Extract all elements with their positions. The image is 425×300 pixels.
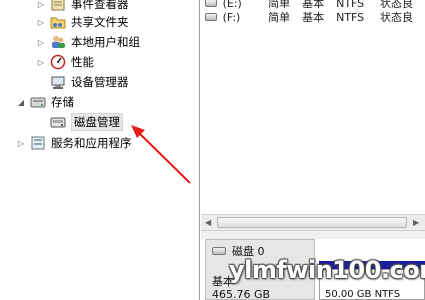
event-viewer-icon: [50, 0, 66, 12]
expand-icon[interactable]: ▷: [36, 0, 46, 9]
expand-icon[interactable]: ▷: [16, 138, 26, 148]
storage-icon: [30, 94, 46, 110]
expand-icon: [36, 77, 46, 87]
tree-item-label: 本地用户和组: [71, 35, 140, 49]
volume-row[interactable]: (F:) 简单 基本 NTFS 状态良: [201, 9, 425, 25]
tree-item-label: 存储: [51, 95, 74, 109]
tree-item-performance[interactable]: ▷ 性能: [36, 52, 94, 72]
tree-item-label: 设备管理器: [71, 75, 129, 89]
volume-icon: [205, 0, 217, 7]
watermark-text: ylmfwin100.com: [229, 256, 425, 284]
expand-icon[interactable]: ▷: [36, 37, 46, 47]
tree-item-label: 服务和应用程序: [51, 136, 132, 150]
console-tree: ▷ 事件查看器 ▷ 共享文件夹 ▷ 本地用户和组 ▷ 性能 设备管理器 ◢ 存储…: [0, 0, 200, 300]
tree-item-label: 共享文件夹: [71, 15, 129, 29]
scroll-left-icon[interactable]: ◀: [205, 218, 211, 227]
tree-item-storage[interactable]: ◢ 存储: [16, 92, 74, 112]
volume-type: 基本: [302, 11, 325, 24]
pane-splitter[interactable]: [201, 231, 425, 239]
shared-folder-icon: [50, 14, 66, 30]
tree-item-label: 性能: [71, 55, 94, 69]
volume-list-pane: (E:) 简单 基本 NTFS 状态良 (F:) 简单 基本 NTFS 状态良 …: [201, 0, 425, 300]
performance-icon: [50, 54, 66, 70]
tree-item-device-manager[interactable]: 设备管理器: [36, 72, 129, 92]
expand-placeholder: [36, 117, 46, 127]
disk-icon: [212, 247, 226, 255]
disk-size: 465.76 GB: [212, 288, 271, 300]
expand-icon[interactable]: ▷: [36, 57, 46, 67]
tree-item-label: 事件查看器: [71, 0, 129, 11]
tree-item-services[interactable]: ▷ 服务和应用程序: [16, 133, 132, 153]
horizontal-scrollbar[interactable]: ◀ ▶: [201, 214, 425, 231]
volume-layout: 简单: [268, 11, 291, 24]
services-icon: [30, 135, 46, 151]
tree-item-shared-folders[interactable]: ▷ 共享文件夹: [36, 12, 129, 32]
volume-name: (F:): [222, 10, 241, 24]
disk-management-icon: [50, 114, 66, 130]
tree-item-label: 磁盘管理: [71, 113, 123, 131]
tree-item-disk-management[interactable]: 磁盘管理: [36, 112, 123, 132]
expand-icon[interactable]: ▷: [36, 17, 46, 27]
device-manager-icon: [50, 74, 66, 90]
scrollbar-thumb[interactable]: [217, 217, 407, 228]
volume-filesystem: NTFS: [336, 10, 365, 24]
volume-icon: [205, 13, 217, 21]
volume-status: 状态良: [380, 11, 414, 24]
tree-item-local-users[interactable]: ▷ 本地用户和组: [36, 32, 140, 52]
collapse-icon[interactable]: ◢: [16, 97, 26, 107]
scroll-right-icon[interactable]: ▶: [413, 218, 419, 227]
local-users-icon: [50, 34, 66, 50]
partition-info: 50.00 GB NTFS: [325, 289, 401, 300]
